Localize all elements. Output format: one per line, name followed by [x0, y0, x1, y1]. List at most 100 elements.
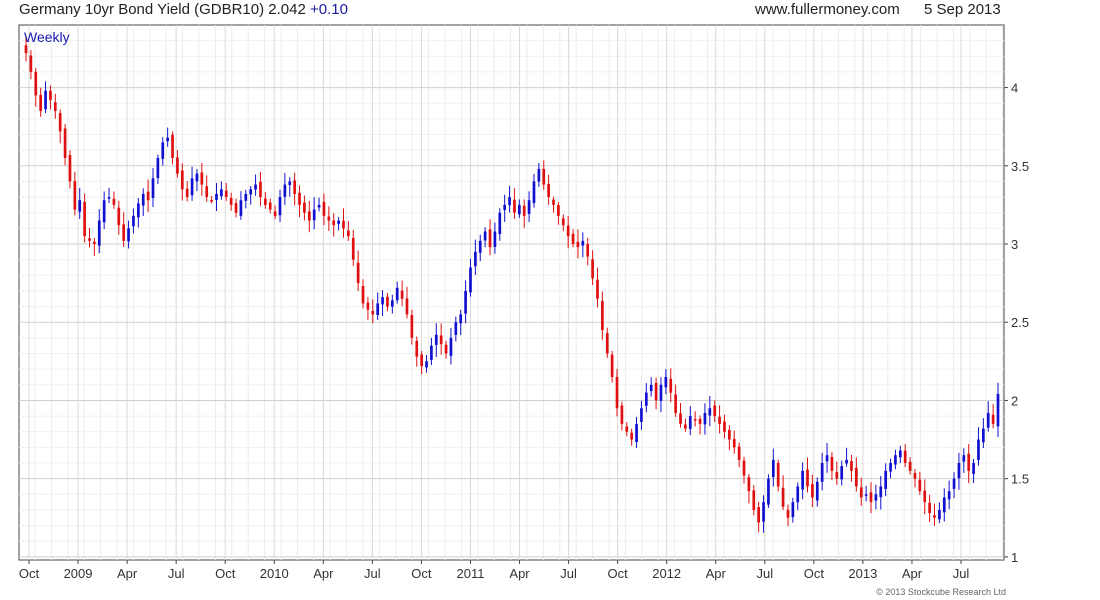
candle-body — [815, 481, 819, 501]
candle-body — [117, 207, 121, 226]
candle-body — [53, 102, 57, 112]
candle-body — [561, 218, 565, 226]
candle-body — [811, 484, 814, 498]
candle-body — [449, 337, 453, 356]
candle-body — [908, 461, 912, 471]
candle-body — [894, 455, 897, 465]
candle-body — [97, 220, 101, 246]
y-axis-ticks: 1 1.5 2 2.5 3 3.5 4 — [1004, 81, 1029, 565]
y-tick-label: 3 — [1011, 237, 1018, 252]
candle-body — [752, 490, 756, 510]
x-tick-label: 2011 — [456, 566, 484, 581]
candle-body — [254, 184, 257, 190]
candle-body — [127, 228, 130, 242]
candle-body — [649, 384, 653, 392]
candle-body — [859, 487, 863, 498]
candle-body — [478, 240, 482, 253]
bond-yield-chart: 1 1.5 2 2.5 3 3.5 4 Oct 2009 Apr Jul Oct 2010 Apr Jul… — [18, 24, 1029, 597]
candle-body — [444, 344, 448, 354]
candle-body — [640, 408, 643, 422]
candle-body — [220, 189, 223, 197]
candle-body — [898, 450, 902, 458]
candle-body — [708, 408, 712, 416]
candle-body — [342, 220, 345, 229]
candle-body — [737, 446, 741, 460]
candle-body — [967, 453, 971, 471]
candle-body — [669, 378, 673, 393]
y-tick-label: 1 — [1011, 550, 1018, 565]
candle-body — [625, 426, 629, 432]
candle-body — [664, 376, 668, 388]
candle-body — [825, 455, 829, 462]
candle-body — [786, 509, 790, 518]
candle-body — [93, 241, 96, 245]
candle-body — [195, 173, 199, 182]
candle-body — [386, 296, 389, 307]
candle-body — [869, 492, 873, 503]
candle-body — [635, 423, 638, 443]
candle-body — [552, 199, 555, 205]
candle-body — [200, 172, 204, 185]
candle-body — [742, 460, 746, 476]
x-tick-label: Oct — [608, 566, 629, 581]
candle-body — [464, 290, 467, 314]
candle-body — [376, 303, 380, 316]
candle-body — [732, 439, 736, 448]
candle-body — [185, 188, 189, 198]
candle-body — [771, 459, 775, 478]
candle-body — [586, 243, 590, 257]
candle-body — [415, 340, 419, 357]
x-tick-label: Oct — [215, 566, 236, 581]
candle-body — [327, 216, 331, 221]
x-tick-label: Jul — [560, 566, 577, 581]
candle-body — [112, 198, 116, 205]
period-label: Weekly — [24, 29, 70, 45]
candle-body — [884, 470, 888, 489]
candle-body — [454, 322, 458, 335]
candle-body — [747, 477, 751, 492]
candle-body — [337, 220, 340, 224]
candle-body — [537, 168, 541, 182]
candle-body — [913, 472, 917, 479]
candle-body — [283, 184, 287, 197]
candle-body — [596, 279, 599, 299]
candle-body — [439, 335, 443, 345]
x-tick-label: Apr — [117, 566, 138, 581]
candle-body — [83, 201, 86, 237]
candle-body — [952, 478, 956, 489]
candle-body — [132, 215, 135, 227]
candle-body — [229, 197, 233, 205]
candle-body — [425, 361, 428, 368]
candle-body — [176, 157, 179, 174]
candle-body — [405, 298, 409, 315]
candle-body — [928, 502, 931, 514]
candle-body — [234, 203, 238, 213]
y-tick-label: 2.5 — [1011, 315, 1029, 330]
candle-body — [679, 413, 682, 424]
candle-body — [493, 231, 497, 247]
x-tick-label: 2012 — [652, 566, 681, 581]
candle-body — [864, 494, 868, 496]
candle-body — [210, 199, 213, 202]
x-tick-label: 2009 — [64, 566, 93, 581]
candle-body — [962, 455, 966, 462]
y-tick-label: 2 — [1011, 393, 1018, 408]
candle-body — [767, 478, 770, 505]
candle-body — [307, 211, 311, 221]
candle-body — [942, 497, 946, 513]
x-tick-label: Oct — [411, 566, 432, 581]
candle-body — [249, 189, 253, 195]
candle-body — [356, 262, 360, 284]
candle-body — [293, 180, 296, 194]
candle-body — [469, 267, 472, 293]
candle-body — [190, 178, 194, 196]
candle-body — [239, 200, 243, 216]
x-tick-label: 2010 — [260, 566, 289, 581]
candle-body — [972, 463, 975, 474]
candle-body — [263, 198, 267, 205]
candle-body — [24, 45, 28, 54]
candle-body — [63, 128, 67, 158]
candle-body — [547, 184, 550, 198]
x-axis-ticks: Oct 2009 Apr Jul Oct 2010 Apr Jul Oct 2011 Apr Jul O… — [19, 560, 969, 581]
candle-body — [180, 170, 184, 190]
